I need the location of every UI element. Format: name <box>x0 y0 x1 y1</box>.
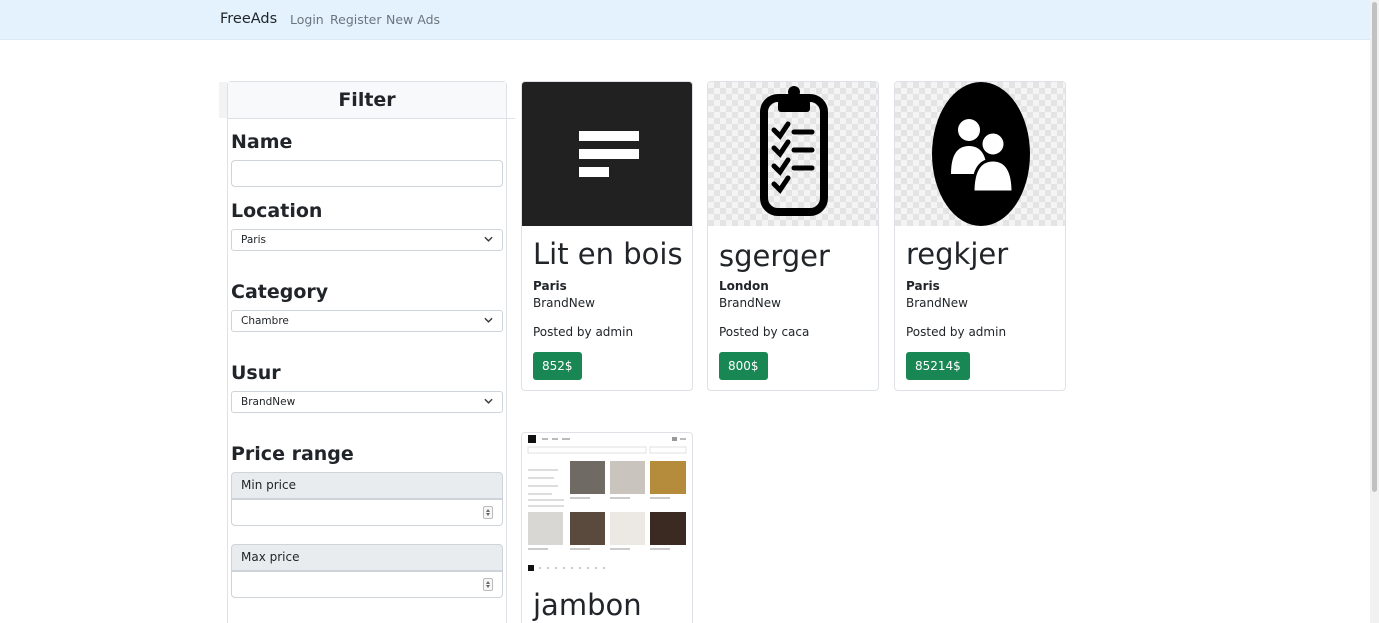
usur-selected-value: BrandNew <box>241 396 296 408</box>
spinner-icon[interactable] <box>483 578 493 591</box>
location-selected-value: Paris <box>241 234 266 246</box>
spinner-icon[interactable] <box>483 506 493 519</box>
usur-label: Usur <box>231 362 281 384</box>
price-button[interactable]: 800$ <box>719 352 768 380</box>
chevron-down-icon <box>484 317 493 323</box>
ad-title[interactable]: regkjer <box>906 237 1008 271</box>
user-group-icon <box>932 82 1030 226</box>
ad-location: London <box>719 279 769 293</box>
ad-posted-by: Posted by admin <box>906 325 1007 339</box>
top-navbar: FreeAds Login Register New Ads <box>0 0 1370 40</box>
max-price-label: Max price <box>231 544 503 571</box>
ad-card[interactable]: regkjer Paris BrandNew Posted by admin 8… <box>894 81 1066 391</box>
ad-card[interactable]: sgerger London BrandNew Posted by caca 8… <box>707 81 879 391</box>
ad-title[interactable]: jambon <box>533 588 642 622</box>
ad-condition: BrandNew <box>719 296 781 310</box>
ad-image[interactable] <box>708 82 878 226</box>
category-select[interactable]: Chambre <box>231 310 503 332</box>
max-price-input[interactable] <box>231 571 503 598</box>
text-lines-icon <box>579 131 639 177</box>
filter-panel: Filter Name Location Paris Category Cham… <box>227 81 507 623</box>
ad-condition: BrandNew <box>906 296 968 310</box>
price-button[interactable]: 85214$ <box>906 352 970 380</box>
filter-side-edge <box>219 82 227 118</box>
ad-title[interactable]: sgerger <box>719 239 830 273</box>
min-price-input[interactable] <box>231 499 503 526</box>
page-scrollbar[interactable] <box>1370 0 1379 623</box>
website-screenshot-thumbnail <box>527 435 687 571</box>
ad-title[interactable]: Lit en bois <box>533 237 683 271</box>
nav-new-ads-link[interactable]: New Ads <box>386 12 440 27</box>
min-price-label: Min price <box>231 472 503 499</box>
chevron-down-icon <box>484 236 493 242</box>
checklist-clipboard-icon <box>760 86 828 216</box>
name-input[interactable] <box>231 160 503 187</box>
location-label: Location <box>231 200 323 222</box>
ad-card[interactable]: jambon <box>521 432 693 623</box>
filter-title: Filter <box>228 82 506 119</box>
price-range-label: Price range <box>231 443 354 465</box>
location-select[interactable]: Paris <box>231 229 503 251</box>
ad-location: Paris <box>533 279 567 293</box>
ad-posted-by: Posted by caca <box>719 325 810 339</box>
filter-divider <box>507 118 515 119</box>
name-label: Name <box>231 131 293 153</box>
ad-location: Paris <box>906 279 940 293</box>
ad-image[interactable] <box>522 82 692 226</box>
brand-link[interactable]: FreeAds <box>220 11 277 27</box>
nav-register-link[interactable]: Register <box>330 12 381 27</box>
nav-login-link[interactable]: Login <box>290 12 324 27</box>
scrollbar-thumb[interactable] <box>1372 2 1377 492</box>
ad-image[interactable] <box>895 82 1065 226</box>
ad-condition: BrandNew <box>533 296 595 310</box>
ad-image[interactable] <box>522 433 692 577</box>
ad-card[interactable]: Lit en bois Paris BrandNew Posted by adm… <box>521 81 693 391</box>
category-label: Category <box>231 281 329 303</box>
category-selected-value: Chambre <box>241 315 289 327</box>
usur-select[interactable]: BrandNew <box>231 391 503 413</box>
ad-posted-by: Posted by admin <box>533 325 634 339</box>
price-button[interactable]: 852$ <box>533 352 582 380</box>
chevron-down-icon <box>484 398 493 404</box>
